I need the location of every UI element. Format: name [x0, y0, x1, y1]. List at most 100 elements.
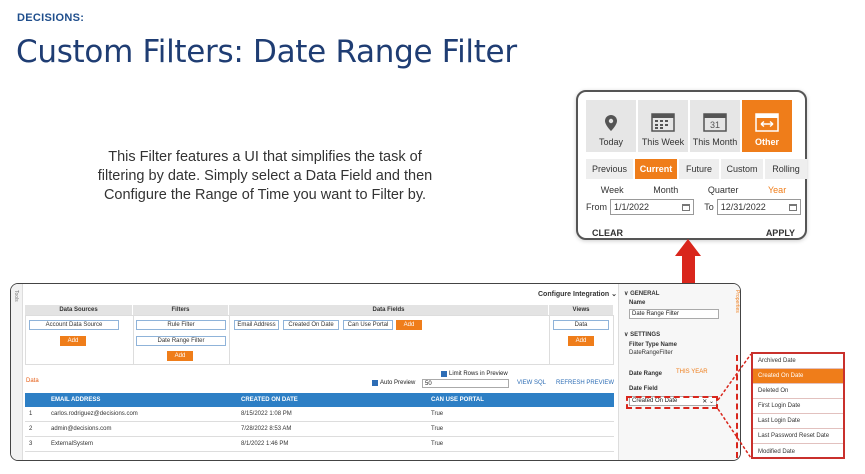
highlight-box — [626, 396, 718, 409]
scope-selector: Previous Current Future Custom Rolling — [586, 159, 807, 179]
cell-date: 7/28/2022 8:53 AM — [241, 426, 292, 432]
add-filter-button[interactable]: Add — [167, 351, 193, 361]
option-last-login-date[interactable]: Last Login Date — [753, 414, 843, 429]
general-section-toggle[interactable]: ∨ GENERAL — [624, 290, 659, 297]
field-chip-created-on[interactable]: Created On Date — [283, 320, 339, 330]
scope-custom-button[interactable]: Custom — [721, 159, 763, 179]
settings-section-label: SETTINGS — [630, 332, 661, 338]
properties-side-tab[interactable]: Properties — [734, 290, 740, 313]
limit-rows-checkbox[interactable]: Limit Rows in Preview — [441, 371, 508, 377]
designer-grid-body: Account Data Source Add Rule Filter Date… — [25, 315, 614, 365]
checkbox-checked-icon[interactable] — [372, 380, 378, 386]
cell-portal: True — [431, 426, 444, 432]
field-chip-email[interactable]: Email Address — [234, 320, 279, 330]
auto-preview-checkbox[interactable]: Auto Preview — [372, 380, 415, 386]
period-today-button[interactable]: Today — [586, 100, 636, 152]
period-this-week-label: This Week — [641, 137, 685, 147]
th-created-on: CREATED ON DATE — [241, 397, 298, 403]
view-chip-data[interactable]: Data — [553, 320, 609, 330]
column-divider — [549, 316, 550, 364]
unit-week[interactable]: Week — [601, 185, 624, 195]
arrow-head — [675, 239, 701, 256]
cell-num: 3 — [29, 441, 33, 447]
cell-email: carlos.rodriguez@decisions.com — [51, 411, 138, 417]
table-row[interactable]: 1 carlos.rodriguez@decisions.com 8/15/20… — [25, 407, 614, 422]
add-data-field-button[interactable]: Add — [396, 320, 422, 330]
cell-date: 8/1/2022 1:46 PM — [241, 441, 289, 447]
row-limit-input[interactable]: 50 — [422, 379, 509, 388]
option-modified-date[interactable]: Modified Date — [753, 444, 843, 459]
date-range-popup: Today This Week 31 This Month Other Prev… — [576, 90, 807, 240]
settings-section-toggle[interactable]: ∨ SETTINGS — [624, 331, 660, 338]
th-email: EMAIL ADDRESS — [51, 397, 101, 403]
tools-strip[interactable]: Tools — [11, 284, 23, 460]
from-label: From — [586, 202, 607, 212]
annotation-lines — [717, 353, 752, 459]
to-date-input[interactable]: 12/31/2022 — [716, 199, 801, 215]
period-other-button[interactable]: Other — [742, 100, 792, 152]
period-other-label: Other — [754, 137, 779, 147]
col-data-fields: Data Fields — [229, 305, 549, 315]
date-range-value[interactable]: THIS YEAR — [676, 369, 708, 375]
scope-current-button[interactable]: Current — [635, 159, 677, 179]
option-first-login-date[interactable]: First Login Date — [753, 399, 843, 414]
field-chip-portal[interactable]: Can Use Portal — [343, 320, 393, 330]
table-row[interactable]: 3 ExternalSystem 8/1/2022 1:46 PM True — [25, 437, 614, 452]
period-today-label: Today — [598, 137, 624, 147]
popup-footer: CLEAR APPLY — [592, 228, 795, 238]
col-filters: Filters — [133, 305, 229, 315]
name-input[interactable]: Date Range Filter — [629, 309, 719, 319]
period-this-week-button[interactable]: This Week — [638, 100, 688, 152]
filter-chip-date-range[interactable]: Date Range Filter — [136, 336, 226, 346]
option-created-on-date[interactable]: Created On Date — [753, 369, 843, 384]
report-designer: Tools Configure Integration ⌄ Data Sourc… — [10, 283, 741, 461]
configure-integration-menu[interactable]: Configure Integration ⌄ — [538, 290, 617, 298]
unit-month[interactable]: Month — [653, 185, 678, 195]
table-row[interactable]: 2 admin@decisions.com 7/28/2022 8:53 AM … — [25, 422, 614, 437]
scope-future-button[interactable]: Future — [679, 159, 719, 179]
calendar-icon[interactable] — [682, 203, 691, 211]
period-selector: Today This Week 31 This Month Other — [586, 100, 792, 152]
auto-preview-label: Auto Preview — [380, 380, 416, 386]
scope-previous-button[interactable]: Previous — [586, 159, 633, 179]
th-can-use-portal: CAN USE PORTAL — [431, 397, 484, 403]
calendar-grid-icon — [651, 113, 675, 132]
data-section-label: Data — [26, 378, 39, 384]
date-range-label: Date Range — [629, 371, 663, 377]
refresh-preview-link[interactable]: REFRESH PREVIEW — [556, 380, 614, 386]
calendar-icon[interactable] — [788, 203, 797, 211]
cell-num: 2 — [29, 426, 33, 432]
calendar-range-icon — [755, 113, 779, 132]
from-date-input[interactable]: 1/1/2022 — [610, 199, 695, 215]
column-divider — [133, 316, 134, 364]
option-last-password-reset-date[interactable]: Last Password Reset Date — [753, 429, 843, 444]
view-sql-link[interactable]: VIEW SQL — [517, 380, 546, 386]
unit-year[interactable]: Year — [768, 185, 786, 195]
option-archived-date[interactable]: Archived Date — [753, 354, 843, 369]
th-number — [25, 393, 47, 407]
limit-rows-label: Limit Rows in Preview — [449, 371, 508, 377]
tools-strip-label: Tools — [13, 290, 19, 302]
map-pin-icon — [605, 115, 617, 131]
period-this-month-button[interactable]: 31 This Month — [690, 100, 740, 152]
checkbox-checked-icon[interactable] — [441, 371, 447, 377]
scope-rolling-button[interactable]: Rolling — [765, 159, 807, 179]
option-deleted-on[interactable]: Deleted On — [753, 384, 843, 399]
svg-text:31: 31 — [710, 120, 720, 130]
unit-quarter[interactable]: Quarter — [708, 185, 739, 195]
data-source-chip[interactable]: Account Data Source — [29, 320, 119, 330]
cell-portal: True — [431, 441, 444, 447]
name-label: Name — [629, 300, 646, 306]
clear-button[interactable]: CLEAR — [592, 228, 623, 238]
slide-description: This Filter features a UI that simplifie… — [97, 149, 433, 203]
to-label: To — [704, 202, 714, 212]
col-data-sources: Data Sources — [25, 305, 133, 315]
add-data-source-button[interactable]: Add — [60, 336, 86, 346]
apply-button[interactable]: APPLY — [766, 228, 795, 238]
filter-chip-rule[interactable]: Rule Filter — [136, 320, 226, 330]
add-view-button[interactable]: Add — [568, 336, 594, 346]
calendar-31-icon: 31 — [703, 113, 727, 132]
unit-selector: Week Month Quarter Year — [586, 185, 801, 195]
period-this-month-label: This Month — [692, 137, 738, 147]
preview-table-header: EMAIL ADDRESS CREATED ON DATE CAN USE PO… — [25, 393, 614, 407]
